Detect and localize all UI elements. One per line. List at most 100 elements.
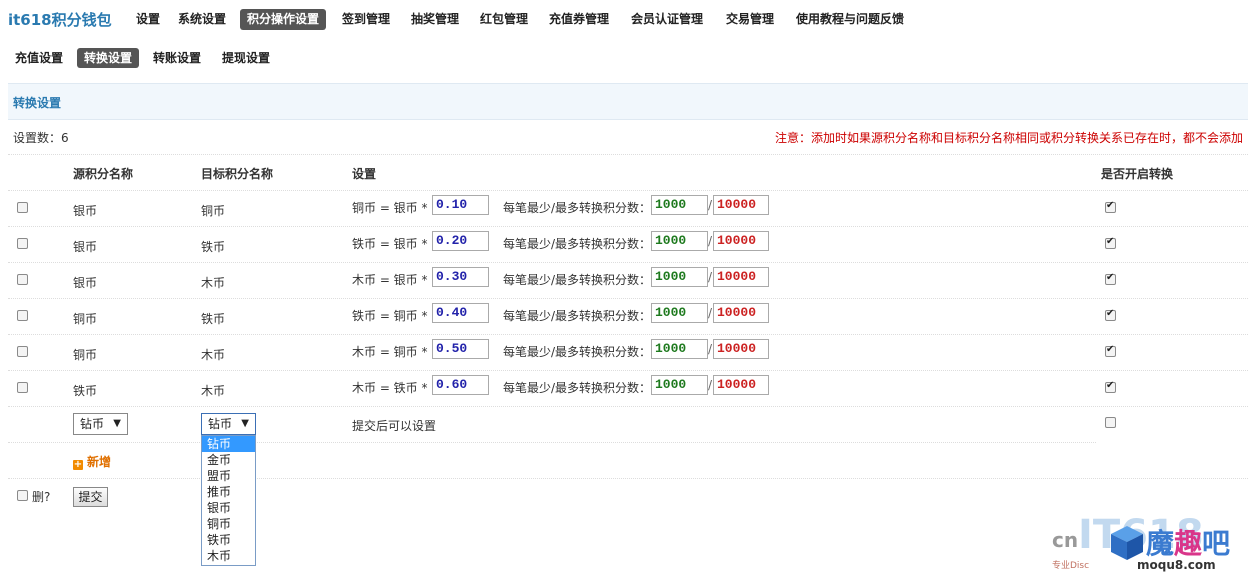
top-nav-item[interactable]: 充值券管理 [542, 9, 616, 30]
dropdown-option[interactable]: 木币 [202, 548, 255, 564]
conversion-formula: 铜币 = 银币 * [352, 201, 428, 215]
slash-separator: / [708, 198, 713, 212]
enabled-checkbox[interactable] [1105, 236, 1116, 249]
rate-input[interactable]: 0.30 [432, 267, 489, 287]
dropdown-option[interactable]: 金币 [202, 452, 255, 468]
top-nav-item[interactable]: 系统设置 [171, 9, 233, 30]
source-name: 银币 [73, 240, 98, 254]
min-input[interactable]: 1000 [651, 231, 708, 251]
top-nav: it618积分钱包 设置 系统设置 积分操作设置 签到管理 抽奖管理 红包管理 充值券管理会… [0, 0, 1253, 38]
top-nav-item[interactable]: 红包管理 [473, 9, 535, 30]
watermark-prefix: cn [1052, 528, 1079, 552]
slash-separator: / [708, 306, 713, 320]
enabled-checkbox[interactable] [1105, 272, 1116, 285]
table-row: 银币 木币 木币 = 银币 * 0.30 每笔最少/最多转换积分数： 1000/10000 [0, 262, 1253, 298]
target-dropdown-list: 钻币 金币 盟币 推币 银币 铜币 铁币 木币 [201, 435, 256, 566]
rate-input[interactable]: 0.20 [432, 231, 489, 251]
dropdown-option[interactable]: 推币 [202, 484, 255, 500]
slash-separator: / [708, 342, 713, 356]
top-nav-item[interactable]: 抽奖管理 [404, 9, 466, 30]
conversion-formula: 铁币 = 铜币 * [352, 309, 428, 323]
row-select-checkbox[interactable] [17, 310, 28, 321]
row-select-checkbox[interactable] [17, 346, 28, 357]
enabled-checkbox[interactable] [1105, 344, 1116, 357]
min-input[interactable]: 1000 [651, 267, 708, 287]
max-input[interactable]: 10000 [713, 339, 769, 359]
conversion-formula: 木币 = 铜币 * [352, 345, 428, 359]
add-row-link[interactable]: + 新增 [73, 453, 111, 470]
max-input[interactable]: 10000 [713, 375, 769, 395]
row-select-checkbox[interactable] [17, 202, 28, 213]
row-select-checkbox[interactable] [17, 238, 28, 249]
header-enabled: 是否开启转换 [1101, 167, 1174, 181]
top-nav-item[interactable]: 签到管理 [335, 9, 397, 30]
new-target-select[interactable]: 钻币 ▼ [201, 413, 256, 435]
watermark-logo: IT618 cn 魔趣吧 专业Disc moqu8.com [1052, 510, 1252, 580]
dropdown-option[interactable]: 盟币 [202, 468, 255, 484]
enabled-checkbox[interactable] [1105, 200, 1116, 213]
max-input[interactable]: 10000 [713, 303, 769, 323]
conversion-formula: 木币 = 铁币 * [352, 381, 428, 395]
max-input[interactable]: 10000 [713, 267, 769, 287]
top-nav-item[interactable]: 设置 [129, 9, 167, 30]
enabled-checkbox[interactable] [1105, 380, 1116, 393]
brand-title[interactable]: it618积分钱包 [8, 9, 112, 30]
min-input[interactable]: 1000 [651, 339, 708, 359]
chevron-down-icon: ▼ [113, 418, 121, 429]
min-input[interactable]: 1000 [651, 303, 708, 323]
min-max-label: 每笔最少/最多转换积分数： [503, 237, 652, 251]
delete-checkbox[interactable] [17, 490, 28, 501]
table-row: 铜币 铁币 铁币 = 铜币 * 0.40 每笔最少/最多转换积分数： 1000/10000 [0, 298, 1253, 334]
rate-input[interactable]: 0.60 [432, 375, 489, 395]
max-input[interactable]: 10000 [713, 231, 769, 251]
row-select-checkbox[interactable] [17, 274, 28, 285]
plus-icon: + [73, 459, 83, 470]
sub-nav-item[interactable]: 充值设置 [8, 48, 70, 68]
enabled-checkbox[interactable] [1105, 308, 1116, 321]
sub-nav-item[interactable]: 转换设置 [77, 48, 140, 68]
source-name: 铜币 [73, 312, 98, 326]
rate-input[interactable]: 0.40 [432, 303, 489, 323]
max-input[interactable]: 10000 [713, 195, 769, 215]
target-name: 铁币 [201, 240, 226, 254]
target-name: 木币 [201, 276, 226, 290]
min-max-label: 每笔最少/最多转换积分数： [503, 345, 652, 359]
min-input[interactable]: 1000 [651, 195, 708, 215]
sub-nav-item[interactable]: 转账设置 [146, 48, 208, 68]
new-source-select[interactable]: 钻币 ▼ [73, 413, 128, 435]
row-select-checkbox[interactable] [17, 382, 28, 393]
min-max-label: 每笔最少/最多转换积分数： [503, 381, 652, 395]
rate-input[interactable]: 0.50 [432, 339, 489, 359]
top-nav-item[interactable]: 积分操作设置 [240, 9, 327, 30]
settings-count: 设置数：6 [13, 131, 69, 145]
divider [8, 442, 1096, 443]
table-row: 银币 铜币 铜币 = 银币 * 0.10 每笔最少/最多转换积分数： 1000/10000 [0, 190, 1253, 226]
new-row-enabled-checkbox[interactable] [1105, 417, 1116, 428]
dropdown-option[interactable]: 银币 [202, 500, 255, 516]
section-header: 转换设置 [8, 83, 1248, 120]
table-row: 铜币 木币 木币 = 铜币 * 0.50 每笔最少/最多转换积分数： 1000/10000 [0, 334, 1253, 370]
header-settings: 设置 [352, 167, 377, 181]
chevron-down-icon: ▼ [241, 418, 249, 429]
top-nav-item[interactable]: 交易管理 [719, 9, 781, 30]
target-name: 木币 [201, 348, 226, 362]
cube-logo-icon [1111, 526, 1143, 560]
new-row-settings-text: 提交后可以设置 [352, 419, 437, 433]
source-name: 银币 [73, 204, 98, 218]
slash-separator: / [708, 270, 713, 284]
dropdown-option[interactable]: 铁币 [202, 532, 255, 548]
rate-input[interactable]: 0.10 [432, 195, 489, 215]
header-source: 源积分名称 [73, 167, 134, 181]
dropdown-option[interactable]: 钻币 [202, 436, 255, 452]
dropdown-option[interactable]: 铜币 [202, 516, 255, 532]
sub-nav-item[interactable]: 提现设置 [215, 48, 277, 68]
top-nav-item[interactable]: 使用教程与问题反馈 [789, 9, 911, 30]
watermark-domain: moqu8.com [1137, 558, 1216, 572]
slash-separator: / [708, 378, 713, 392]
top-nav-item[interactable]: 会员认证管理 [624, 9, 710, 30]
new-row: 钻币 ▼ 钻币 ▼ 提交后可以设置 [0, 406, 1253, 442]
min-input[interactable]: 1000 [651, 375, 708, 395]
notice-text: 注意：添加时如果源积分名称和目标积分名称相同或积分转换关系已存在时，都不会添加 [774, 131, 1243, 145]
divider [8, 478, 1248, 479]
submit-button[interactable]: 提交 [73, 487, 108, 507]
